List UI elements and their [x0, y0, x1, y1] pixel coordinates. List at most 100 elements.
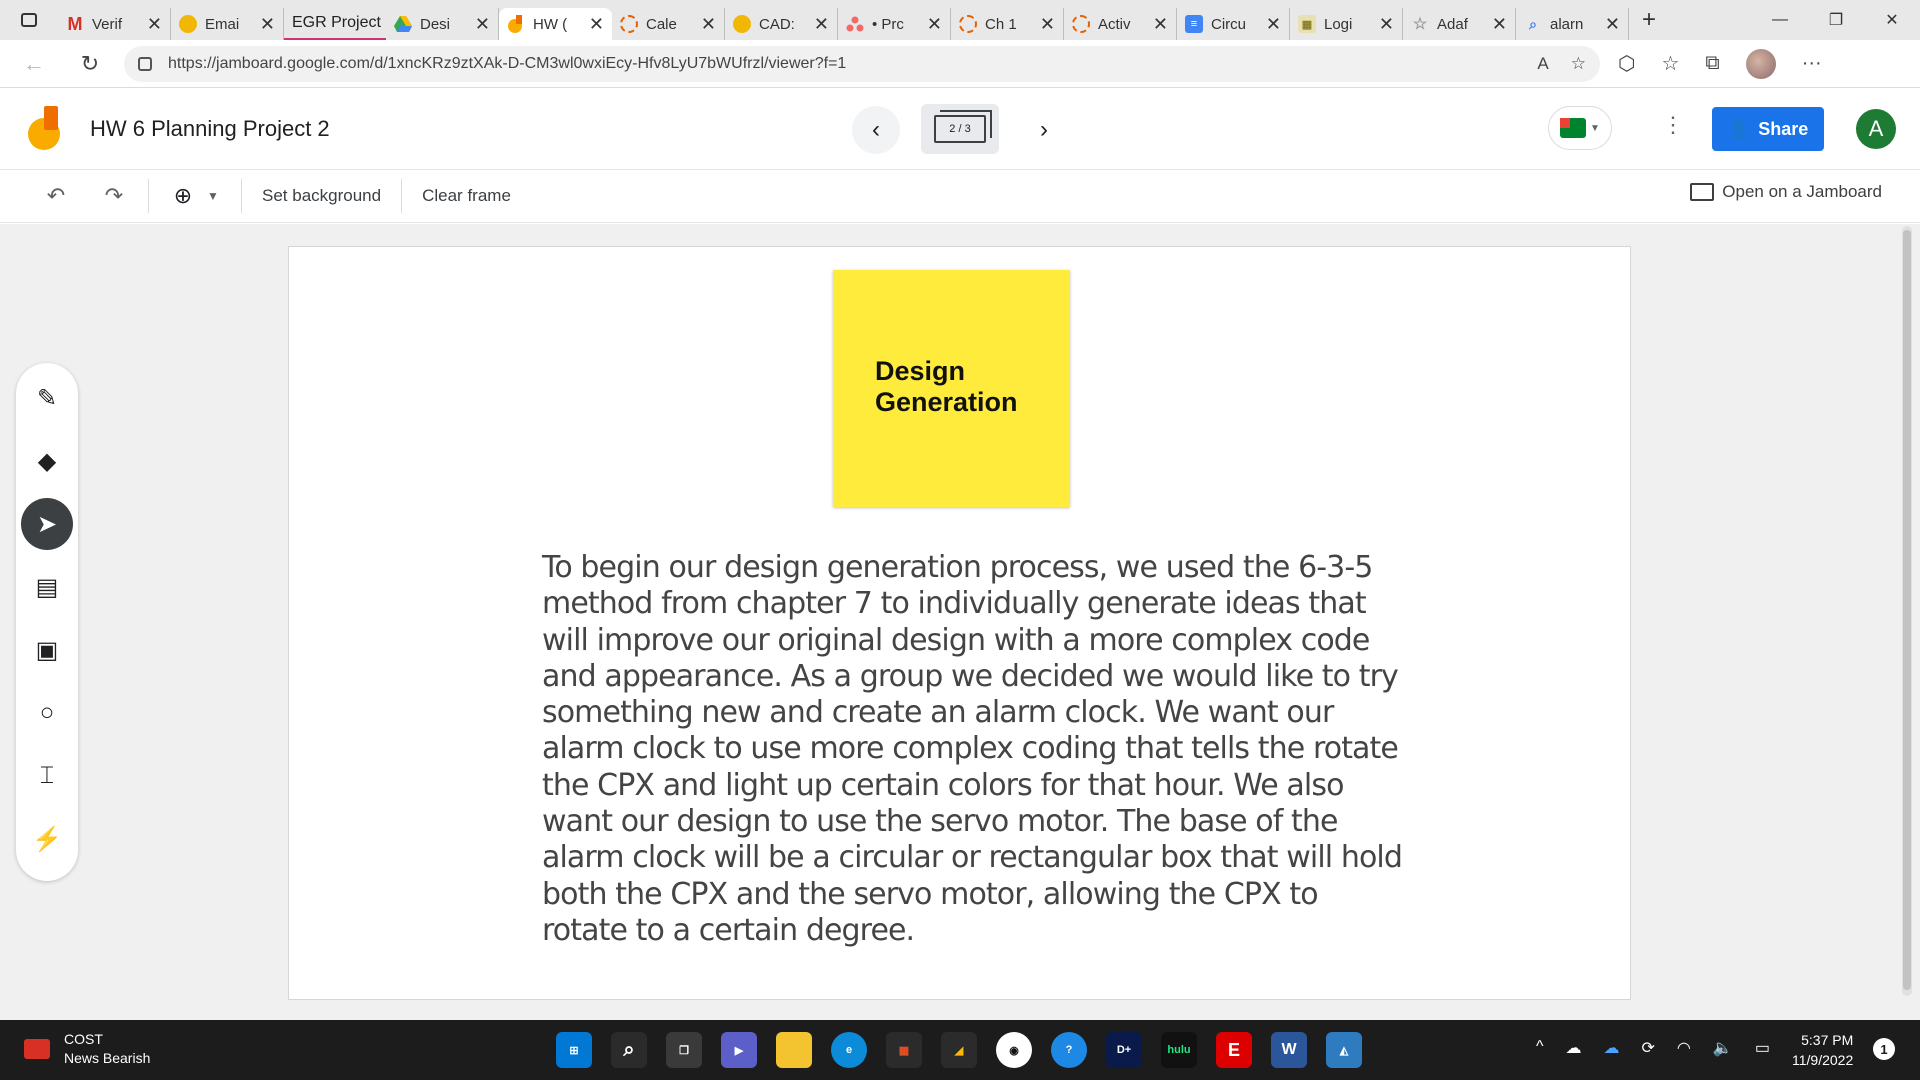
- news-widget[interactable]: COST News Bearish: [24, 1030, 150, 1068]
- text-box[interactable]: To begin our design generation process, …: [542, 550, 1403, 949]
- undo-icon[interactable]: ↶: [38, 178, 74, 214]
- help-icon[interactable]: ?: [1051, 1032, 1087, 1068]
- tab-cad[interactable]: CAD: ✕: [725, 8, 838, 40]
- hulu-icon[interactable]: hulu: [1161, 1032, 1197, 1068]
- tab-label: Emai: [205, 15, 240, 33]
- tab-group-label[interactable]: EGR Project: [292, 14, 381, 32]
- close-icon[interactable]: ✕: [1040, 14, 1055, 35]
- back-button[interactable]: ←: [12, 44, 56, 84]
- volume-icon[interactable]: 🔈: [1713, 1038, 1733, 1058]
- close-icon[interactable]: ✕: [589, 14, 604, 35]
- edge-icon[interactable]: e: [831, 1032, 867, 1068]
- close-icon[interactable]: ✕: [1492, 14, 1507, 35]
- set-background-button[interactable]: Set background: [258, 186, 385, 206]
- minimize-icon[interactable]: —: [1752, 0, 1808, 40]
- restore-icon[interactable]: ❐: [1808, 0, 1864, 40]
- chevron-up-icon[interactable]: ^: [1536, 1038, 1544, 1058]
- close-icon[interactable]: ✕: [927, 14, 942, 35]
- close-icon[interactable]: ✕: [814, 14, 829, 35]
- lock-icon[interactable]: [138, 56, 152, 71]
- wifi-icon[interactable]: ◠: [1677, 1038, 1691, 1058]
- zoom-dropdown-icon[interactable]: ▼: [201, 178, 225, 214]
- share-button[interactable]: 👤 Share: [1712, 107, 1824, 151]
- espn-icon[interactable]: E: [1216, 1032, 1252, 1068]
- task-view-icon[interactable]: ❐: [666, 1032, 702, 1068]
- cloud-icon[interactable]: ☁: [1566, 1038, 1582, 1058]
- text-box-icon[interactable]: ⌶: [21, 750, 73, 802]
- close-icon[interactable]: ✕: [1379, 14, 1394, 35]
- tab-gmail[interactable]: M Verif ✕: [58, 8, 171, 40]
- clear-frame-button[interactable]: Clear frame: [418, 186, 515, 206]
- tab-alarm-search[interactable]: ⌕ alarn ✕: [1516, 8, 1629, 40]
- tab-ch1[interactable]: Ch 1 ✕: [951, 8, 1064, 40]
- system-clock[interactable]: 5:37 PM 11/9/2022: [1792, 1030, 1853, 1070]
- frame-bar-toggle[interactable]: 2 / 3: [921, 104, 999, 154]
- more-options-icon[interactable]: ⋮: [1662, 112, 1684, 138]
- zoom-icon[interactable]: ⊕: [165, 178, 201, 214]
- settings-more-icon[interactable]: ···: [1802, 52, 1822, 75]
- open-on-jamboard-button[interactable]: Open on a Jamboard: [1690, 182, 1882, 202]
- onedrive-icon[interactable]: ☁: [1604, 1038, 1620, 1058]
- sticky-note-icon[interactable]: ▤: [21, 561, 73, 613]
- word-icon[interactable]: W: [1271, 1032, 1307, 1068]
- jam-frame[interactable]: Design Generation To begin our design ge…: [288, 246, 1631, 1000]
- sticky-notes-app-icon[interactable]: ◢: [941, 1032, 977, 1068]
- photos-icon[interactable]: ◭: [1326, 1032, 1362, 1068]
- address-bar[interactable]: https://jamboard.google.com/d/1xncKRz9zt…: [124, 45, 1600, 82]
- favorite-add-icon[interactable]: ☆: [1571, 54, 1586, 74]
- tab-circuit[interactable]: ≡ Circu ✕: [1177, 8, 1290, 40]
- chat-icon[interactable]: ▶: [721, 1032, 757, 1068]
- tab-project[interactable]: • Prc ✕: [838, 8, 951, 40]
- read-aloud-icon[interactable]: A: [1537, 54, 1548, 74]
- tab-actions-menu[interactable]: [0, 0, 58, 40]
- profile-avatar[interactable]: [1745, 48, 1776, 79]
- close-icon[interactable]: ✕: [1266, 14, 1281, 35]
- pen-icon[interactable]: ✎: [21, 372, 73, 424]
- extensions-icon[interactable]: ⬡: [1618, 51, 1635, 76]
- window-close-icon[interactable]: ✕: [1864, 0, 1920, 40]
- close-icon[interactable]: ✕: [1605, 14, 1620, 35]
- redo-icon[interactable]: ↷: [96, 178, 132, 214]
- tab-group-egr-project[interactable]: EGR Project: [284, 8, 386, 40]
- circle-icon[interactable]: ○: [21, 687, 73, 739]
- close-icon[interactable]: ✕: [475, 14, 490, 35]
- start-icon[interactable]: ⊞: [556, 1032, 592, 1068]
- eraser-icon[interactable]: ◆: [21, 435, 73, 487]
- select-icon[interactable]: ➤: [21, 498, 73, 550]
- meet-button[interactable]: ▼: [1548, 106, 1612, 150]
- account-avatar[interactable]: A: [1856, 109, 1896, 149]
- next-frame-button[interactable]: ›: [1020, 106, 1068, 154]
- search-icon[interactable]: ⌕: [611, 1032, 647, 1068]
- tab-login[interactable]: ▦ Logi ✕: [1290, 8, 1403, 40]
- laser-icon[interactable]: ⚡: [21, 813, 73, 865]
- store-icon[interactable]: ▦: [886, 1032, 922, 1068]
- tab-jamboard[interactable]: HW ( ✕: [499, 8, 612, 40]
- new-tab-button[interactable]: +: [1629, 6, 1669, 34]
- image-icon[interactable]: ▣: [21, 624, 73, 676]
- reload-button[interactable]: ↻: [68, 44, 112, 84]
- tab-calendar[interactable]: Cale ✕: [612, 8, 725, 40]
- favorites-icon[interactable]: ☆: [1661, 51, 1679, 76]
- close-icon[interactable]: ✕: [701, 14, 716, 35]
- sticky-note[interactable]: Design Generation: [833, 270, 1070, 507]
- close-icon[interactable]: ✕: [260, 14, 275, 35]
- previous-frame-button[interactable]: ‹: [852, 106, 900, 154]
- sync-icon[interactable]: ⟳: [1642, 1038, 1655, 1058]
- disney-plus-icon[interactable]: D+: [1106, 1032, 1142, 1068]
- tool-rail: ✎ ◆ ➤ ▤ ▣ ○ ⌶ ⚡: [16, 363, 78, 881]
- vertical-scrollbar-thumb[interactable]: [1903, 230, 1911, 990]
- battery-icon[interactable]: ▭: [1755, 1038, 1770, 1058]
- jam-title[interactable]: HW 6 Planning Project 2: [90, 116, 330, 142]
- notification-badge[interactable]: 1: [1873, 1038, 1895, 1060]
- tab-adafruit[interactable]: ☆ Adaf ✕: [1403, 8, 1516, 40]
- tab-drive[interactable]: Desi ✕: [386, 8, 499, 40]
- tab-email[interactable]: Emai ✕: [171, 8, 284, 40]
- app-circle-icon[interactable]: ◉: [996, 1032, 1032, 1068]
- tab-activity[interactable]: Activ ✕: [1064, 8, 1177, 40]
- collections-icon[interactable]: ⧉: [1705, 52, 1719, 75]
- close-icon[interactable]: ✕: [1153, 14, 1168, 35]
- jamboard-logo-icon[interactable]: [28, 106, 62, 152]
- close-icon[interactable]: ✕: [147, 14, 162, 35]
- file-explorer-icon[interactable]: [776, 1032, 812, 1068]
- url-text[interactable]: https://jamboard.google.com/d/1xncKRz9zt…: [168, 55, 1515, 73]
